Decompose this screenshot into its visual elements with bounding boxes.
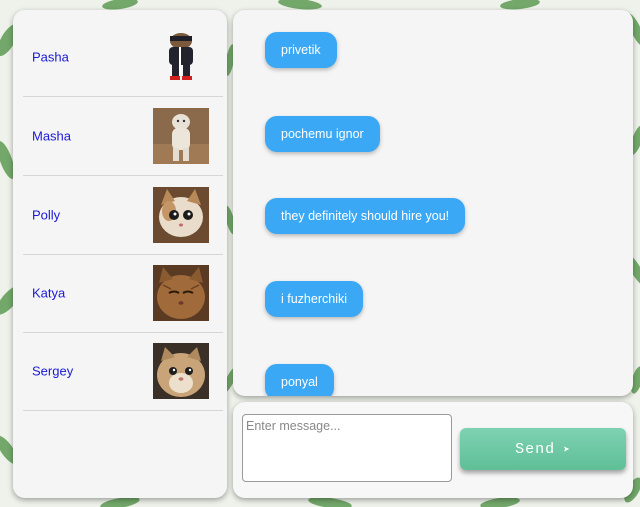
avatar (153, 29, 209, 85)
contact-item-katya[interactable]: Katya (23, 254, 223, 333)
avatar (153, 108, 209, 164)
message-composer: Send ➤ (233, 402, 633, 498)
contact-item-sergey[interactable]: Sergey (23, 332, 223, 411)
chat-panel: privetik pochemu ignor they definitely s… (233, 10, 633, 396)
contact-item-pasha[interactable]: Pasha (23, 18, 223, 97)
contact-item-polly[interactable]: Polly (23, 176, 223, 255)
message-bubble: privetik (265, 32, 337, 68)
send-button-label: Send (515, 440, 556, 458)
send-button[interactable]: Send ➤ (460, 428, 626, 470)
contacts-panel: Pasha Masha Polly Katya Sergey (13, 10, 227, 498)
contact-name: Pasha (32, 49, 69, 65)
avatar (153, 265, 209, 321)
contact-name: Masha (32, 128, 72, 144)
contact-name: Sergey (32, 363, 74, 379)
grumpy-cat-icon (153, 265, 209, 321)
contact-name: Polly (32, 207, 61, 223)
fluffy-cat-icon (153, 343, 209, 399)
message-bubble: ponyal (265, 364, 334, 396)
message-bubble: pochemu ignor (265, 116, 380, 152)
message-bubble: i fuzherchiki (265, 281, 363, 317)
message-bubble: they definitely should hire you! (265, 198, 466, 234)
message-input[interactable] (242, 414, 452, 482)
contact-name: Katya (32, 285, 66, 301)
avatar (153, 343, 209, 399)
contact-item-masha[interactable]: Masha (23, 97, 223, 176)
standing-cat-icon (153, 108, 209, 164)
cat-in-tracksuit-icon (153, 29, 209, 85)
surprised-cat-icon (153, 187, 209, 243)
avatar (153, 187, 209, 243)
send-arrow-icon: ➤ (563, 444, 571, 457)
